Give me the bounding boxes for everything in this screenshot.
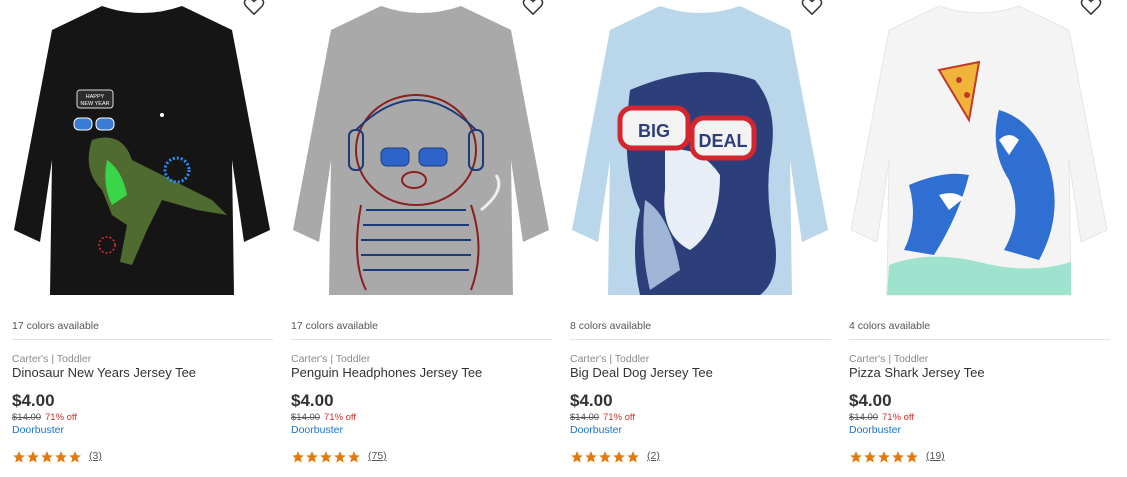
star-icon xyxy=(571,451,583,463)
brand-label: Carter's | Toddler xyxy=(12,353,92,365)
promo-label: Doorbuster xyxy=(849,424,901,436)
svg-text:NEW YEAR: NEW YEAR xyxy=(80,101,109,107)
review-count-link[interactable]: (2) xyxy=(647,450,660,462)
star-icon xyxy=(613,451,625,463)
star-icon xyxy=(627,451,639,463)
product-image[interactable] xyxy=(849,0,1110,305)
star-icon xyxy=(320,451,332,463)
rating-stars[interactable] xyxy=(12,450,82,464)
star-icon xyxy=(348,451,360,463)
original-price: $14.00 xyxy=(291,412,321,423)
wishlist-heart-icon[interactable] xyxy=(243,0,265,16)
discount-label: 71% off xyxy=(882,412,915,423)
divider xyxy=(570,339,831,340)
promo-label: Doorbuster xyxy=(570,424,622,436)
wishlist-heart-icon[interactable] xyxy=(1080,0,1102,16)
promo-label: Doorbuster xyxy=(291,424,343,436)
rating-stars[interactable] xyxy=(291,450,361,464)
product-image[interactable] xyxy=(291,0,552,305)
star-icon xyxy=(27,451,39,463)
product-card: HAPPY NEW YEAR 17 colors available Carte… xyxy=(12,0,273,477)
divider xyxy=(849,339,1110,340)
star-icon xyxy=(892,451,904,463)
sale-price: $4.00 xyxy=(12,391,55,410)
promo-label: Doorbuster xyxy=(12,424,64,436)
product-grid: HAPPY NEW YEAR 17 colors available Carte… xyxy=(0,0,1127,477)
original-price: $14.00 xyxy=(849,412,879,423)
sale-price: $4.00 xyxy=(291,391,334,410)
star-icon xyxy=(850,451,862,463)
product-card: BIG DEAL 8 colors available Carter's | T… xyxy=(570,0,831,477)
divider xyxy=(291,339,552,340)
review-count-link[interactable]: (3) xyxy=(89,450,102,462)
star-icon xyxy=(69,451,81,463)
colors-available: 17 colors available xyxy=(12,320,99,332)
product-title-link[interactable]: Pizza Shark Jersey Tee xyxy=(849,365,985,380)
star-icon xyxy=(13,451,25,463)
svg-text:HAPPY: HAPPY xyxy=(86,94,105,100)
product-card: 17 colors available Carter's | Toddler P… xyxy=(291,0,552,477)
star-icon xyxy=(306,451,318,463)
sale-price: $4.00 xyxy=(849,391,892,410)
review-count-link[interactable]: (19) xyxy=(926,450,945,462)
product-card: 4 colors available Carter's | Toddler Pi… xyxy=(849,0,1110,477)
rating-stars[interactable] xyxy=(849,450,919,464)
svg-text:DEAL: DEAL xyxy=(699,131,748,151)
colors-available: 8 colors available xyxy=(570,320,652,332)
original-price: $14.00 xyxy=(12,412,42,423)
svg-text:BIG: BIG xyxy=(638,121,670,141)
star-icon xyxy=(41,451,53,463)
star-icon xyxy=(878,451,890,463)
brand-label: Carter's | Toddler xyxy=(570,353,650,365)
colors-available: 17 colors available xyxy=(291,320,378,332)
star-icon xyxy=(55,451,67,463)
shirt-shape xyxy=(14,6,270,295)
original-price: $14.00 xyxy=(570,412,600,423)
sale-price: $4.00 xyxy=(570,391,613,410)
shirt-shape xyxy=(850,5,1108,296)
product-image[interactable]: HAPPY NEW YEAR xyxy=(12,0,273,305)
product-title-link[interactable]: Penguin Headphones Jersey Tee xyxy=(291,365,482,380)
star-icon xyxy=(585,451,597,463)
star-icon xyxy=(864,451,876,463)
colors-available: 4 colors available xyxy=(849,320,931,332)
brand-label: Carter's | Toddler xyxy=(849,353,929,365)
divider xyxy=(12,339,273,340)
review-count-link[interactable]: (75) xyxy=(368,450,387,462)
discount-label: 71% off xyxy=(45,412,78,423)
star-icon xyxy=(599,451,611,463)
product-title-link[interactable]: Dinosaur New Years Jersey Tee xyxy=(12,365,196,380)
product-title-link[interactable]: Big Deal Dog Jersey Tee xyxy=(570,365,713,380)
star-icon xyxy=(906,451,918,463)
product-image[interactable]: BIG DEAL xyxy=(570,0,831,305)
discount-label: 71% off xyxy=(324,412,357,423)
discount-label: 71% off xyxy=(603,412,636,423)
star-icon xyxy=(334,451,346,463)
brand-label: Carter's | Toddler xyxy=(291,353,371,365)
star-icon xyxy=(292,451,304,463)
wishlist-heart-icon[interactable] xyxy=(801,0,823,16)
rating-stars[interactable] xyxy=(570,450,640,464)
wishlist-heart-icon[interactable] xyxy=(522,0,544,16)
